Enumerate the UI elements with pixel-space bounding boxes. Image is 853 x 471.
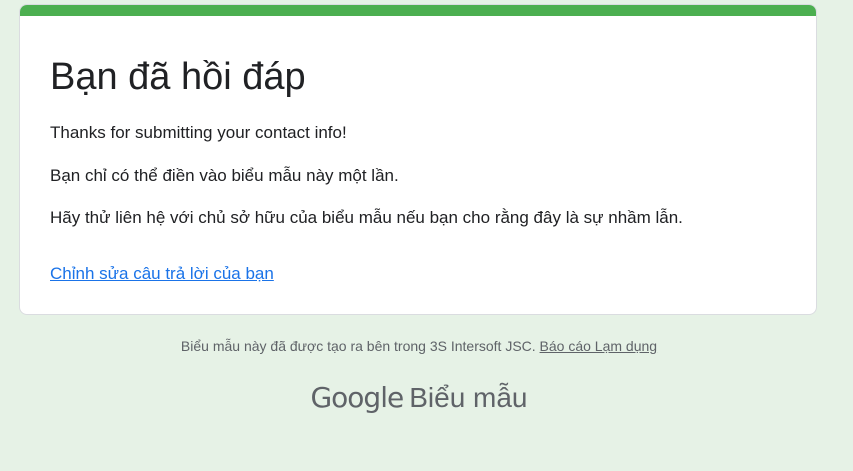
card-accent-bar: [20, 5, 816, 16]
google-wordmark: Google: [310, 381, 404, 414]
footer-note-text: Biểu mẫu này đã được tạo ra bên trong 3S…: [180, 338, 540, 354]
footer-note: Biểu mẫu này đã được tạo ra bên trong 3S…: [0, 337, 838, 355]
contact-owner-message: Hãy thử liên hệ với chủ sở hữu của biểu …: [50, 208, 683, 227]
page-title: Bạn đã hồi đáp: [50, 56, 306, 98]
single-response-message: Bạn chỉ có thể điền vào biểu mẫu này một…: [50, 166, 399, 185]
google-forms-logo[interactable]: Google Biểu mẫu: [0, 378, 838, 418]
confirmation-message: Thanks for submitting your contact info!: [50, 123, 347, 142]
edit-response-link[interactable]: Chỉnh sửa câu trả lời của bạn: [50, 263, 274, 285]
response-card: Bạn đã hồi đáp Thanks for submitting you…: [19, 4, 817, 315]
forms-product-name: Biểu mẫu: [409, 382, 528, 413]
report-abuse-link[interactable]: Báo cáo Lạm dụng: [540, 338, 658, 354]
